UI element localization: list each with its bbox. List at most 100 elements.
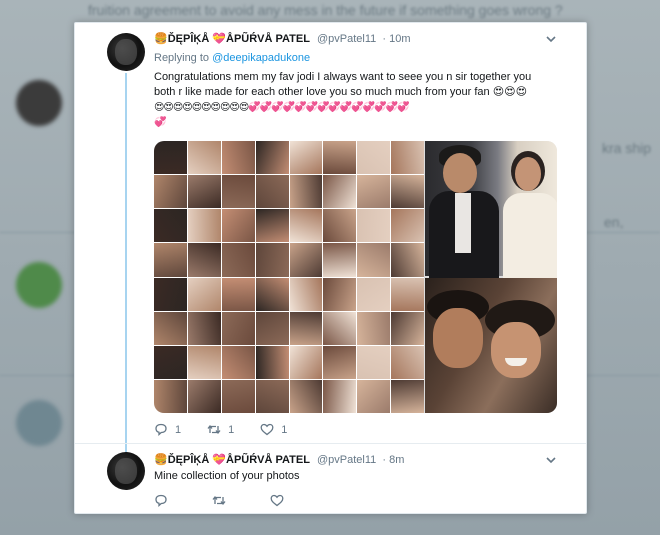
user-handle[interactable]: @pvPatel11: [317, 33, 376, 45]
tweet-header: 🍔ĎĘPÎĶÅ 💝ÅPŨŔVÅ PATEL @pvPatel11 · 10m: [154, 32, 410, 45]
user-handle[interactable]: @pvPatel11: [317, 454, 376, 466]
collage-thumbnail: [187, 379, 221, 413]
reply-button[interactable]: [154, 494, 168, 507]
collage-thumbnail: [323, 141, 357, 175]
tweet[interactable]: 🍔ĎĘPÎĶÅ 💝ÅPŨŔVÅ PATEL @pvPatel11 · 10m R…: [75, 23, 586, 444]
collage-thumbnail: [221, 277, 255, 311]
collage-thumbnail: [187, 311, 221, 345]
retweet-icon: [207, 423, 221, 436]
mention-link[interactable]: @deepikapadukone: [212, 52, 310, 64]
collage-thumbnail: [221, 141, 255, 175]
collage-thumbnail: [391, 175, 424, 209]
tweet-actions: [154, 494, 310, 507]
collage-thumbnail: [289, 209, 323, 243]
display-name[interactable]: 🍔ĎĘPÎĶÅ 💝ÅPŨŔVÅ PATEL: [154, 454, 310, 466]
collage-thumbnail: [187, 345, 221, 379]
collage-thumbnail: [154, 175, 187, 209]
background-tweet-text: kra ship: [602, 140, 652, 156]
collage-thumbnail: [221, 345, 255, 379]
chevron-down-icon[interactable]: [546, 35, 556, 45]
collage-thumbnail: [357, 209, 391, 243]
reply-count: 1: [175, 423, 182, 436]
collage-thumbnail: [391, 277, 424, 311]
tweet-emoji-line: 💞: [154, 117, 166, 128]
like-button[interactable]: [270, 494, 284, 507]
collage-thumbnail: [154, 311, 187, 345]
collage-thumbnail: [357, 345, 391, 379]
tweet-actions: 1 1 1: [154, 423, 313, 436]
tweet-media-collage[interactable]: [154, 141, 557, 413]
avatar[interactable]: [107, 452, 145, 490]
collage-thumbnail: [255, 379, 289, 413]
tweet-text: Mine collection of your photos: [154, 470, 300, 482]
tweet-header: 🍔ĎĘPÎĶÅ 💝ÅPŨŔVÅ PATEL @pvPatel11 · 8m: [154, 453, 404, 466]
couple-photo-closeup: [425, 278, 557, 413]
tweet-timestamp[interactable]: · 8m: [382, 454, 404, 466]
collage-thumbnail: [289, 141, 323, 175]
collage-thumbnail: [187, 141, 221, 175]
tweet-text: Congratulations mem my fav jodi I always…: [154, 70, 531, 130]
retweet-button[interactable]: [212, 494, 226, 507]
collage-thumbnail: [255, 209, 289, 243]
collage-thumbnail: [357, 277, 391, 311]
collage-thumbnail: [221, 311, 255, 345]
collage-thumbnail: [221, 209, 255, 243]
collage-thumbnail: [154, 277, 187, 311]
collage-thumbnail: [391, 345, 424, 379]
collage-thumbnail: [221, 379, 255, 413]
collage-thumbnail: [221, 243, 255, 277]
tweet-thread-card: 🍔ĎĘPÎĶÅ 💝ÅPŨŔVÅ PATEL @pvPatel11 · 10m R…: [74, 22, 587, 514]
collage-thumbnail: [255, 243, 289, 277]
display-name[interactable]: 🍔ĎĘPÎĶÅ 💝ÅPŨŔVÅ PATEL: [154, 33, 310, 45]
like-count: 1: [281, 423, 288, 436]
collage-thumbnail: [289, 379, 323, 413]
background-tweet-text: en,: [604, 214, 624, 230]
replying-to-prefix: Replying to: [154, 52, 210, 64]
collage-thumbnail: [357, 175, 391, 209]
background-avatar: [16, 80, 62, 126]
collage-thumbnail: [187, 243, 221, 277]
photo-collage-grid: [154, 141, 424, 413]
collage-thumbnail: [323, 277, 357, 311]
collage-thumbnail: [255, 175, 289, 209]
background-avatar: [16, 262, 62, 308]
collage-thumbnail: [323, 345, 357, 379]
background-tweet-text: fruition agreement to avoid any mess in …: [88, 2, 563, 18]
retweet-button[interactable]: 1: [207, 423, 234, 436]
tweet-text-line: both r like made for each other love you…: [154, 86, 528, 98]
avatar[interactable]: [107, 33, 145, 71]
retweet-count: 1: [228, 423, 235, 436]
retweet-icon: [212, 494, 226, 507]
collage-thumbnail: [187, 277, 221, 311]
collage-thumbnail: [154, 243, 187, 277]
collage-thumbnail: [255, 311, 289, 345]
replying-to: Replying to @deepikapadukone: [154, 52, 310, 64]
collage-thumbnail: [289, 243, 323, 277]
like-button[interactable]: 1: [260, 423, 287, 436]
reply-button[interactable]: 1: [154, 423, 181, 436]
collage-thumbnail: [357, 141, 391, 175]
tweet[interactable]: 🍔ĎĘPÎĶÅ 💝ÅPŨŔVÅ PATEL @pvPatel11 · 8m Mi…: [75, 444, 586, 515]
collage-thumbnail: [323, 379, 357, 413]
chevron-down-icon[interactable]: [546, 456, 556, 466]
collage-thumbnail: [323, 175, 357, 209]
collage-thumbnail: [357, 243, 391, 277]
tweet-timestamp[interactable]: · 10m: [382, 33, 410, 45]
collage-thumbnail: [221, 175, 255, 209]
collage-thumbnail: [289, 277, 323, 311]
background-avatar: [16, 400, 62, 446]
collage-thumbnail: [323, 209, 357, 243]
collage-thumbnail: [357, 311, 391, 345]
tweet-text-line: Congratulations mem my fav jodi I always…: [154, 71, 532, 83]
collage-thumbnail: [255, 141, 289, 175]
collage-thumbnail: [187, 175, 221, 209]
collage-thumbnail: [323, 311, 357, 345]
collage-thumbnail: [154, 345, 187, 379]
like-icon: [260, 423, 274, 436]
collage-thumbnail: [391, 141, 424, 175]
collage-thumbnail: [154, 141, 187, 175]
collage-thumbnail: [391, 243, 424, 277]
like-icon: [270, 494, 284, 507]
collage-thumbnail: [289, 175, 323, 209]
couple-photo-suit-saree: [425, 141, 557, 281]
